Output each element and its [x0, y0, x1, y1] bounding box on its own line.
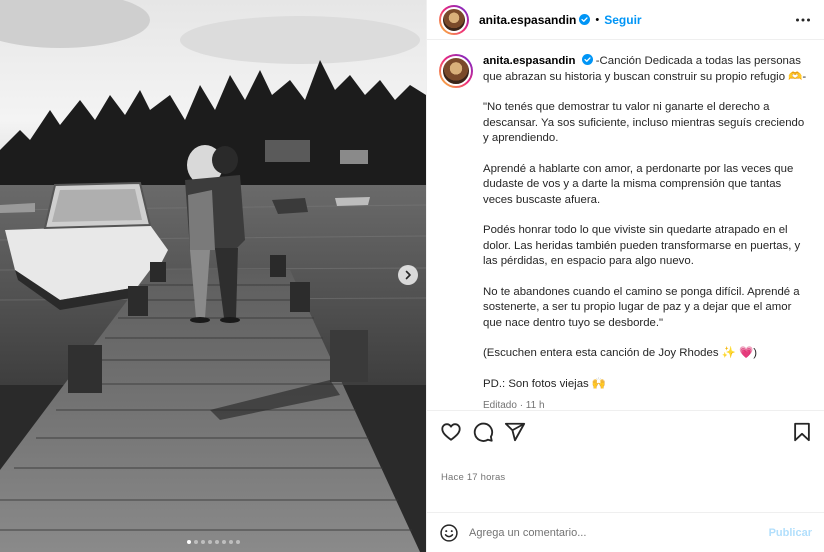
carousel-dot — [221, 540, 226, 544]
publish-button[interactable]: Publicar — [769, 527, 812, 539]
share-button[interactable] — [503, 420, 527, 444]
carousel-dot — [228, 540, 233, 544]
comment-button[interactable] — [471, 420, 495, 444]
more-options-button[interactable] — [794, 11, 812, 29]
chevron-right-icon — [405, 270, 411, 280]
comment-bar: Publicar — [427, 512, 824, 552]
caption-avatar[interactable] — [439, 54, 473, 88]
like-button[interactable] — [439, 420, 463, 444]
separator-dot: • — [595, 13, 600, 26]
post-timestamp[interactable]: Hace 17 horas — [441, 472, 810, 483]
caption-paragraph: PD.: Son fotos viejas 🙌 — [483, 377, 607, 390]
carousel-dot — [193, 540, 198, 544]
caption-section: anita.espasandin -Canción Dedicada a tod… — [427, 40, 824, 410]
bookmark-icon — [794, 422, 810, 441]
post-photo[interactable] — [0, 0, 426, 552]
avatar[interactable] — [439, 4, 469, 35]
carousel-dot — [235, 540, 240, 544]
carousel-dot — [200, 540, 205, 544]
caption-paragraph: Aprendé a hablarte con amor, a perdonart… — [483, 162, 794, 206]
caption-paragraph: No te abandones cuando el camino se pong… — [483, 285, 800, 329]
caption-paragraph: (Escuchen entera esta canción de Joy Rho… — [483, 347, 758, 359]
verified-badge-icon — [579, 14, 591, 25]
photo-scene — [0, 0, 426, 552]
caption-username[interactable]: anita.espasandin — [483, 55, 575, 67]
action-bar — [427, 410, 824, 452]
follow-button[interactable]: Seguir — [604, 13, 641, 27]
send-icon — [504, 422, 526, 441]
comment-input[interactable] — [469, 526, 769, 539]
post-dialog: anita.espasandin • Seguir anita.espasand… — [0, 0, 824, 552]
carousel-dot — [207, 540, 212, 544]
caption-paragraph: Podés honrar todo lo que viviste sin que… — [483, 224, 801, 267]
comment-icon — [473, 422, 494, 442]
save-button[interactable] — [790, 420, 814, 444]
carousel-indicator — [0, 540, 426, 544]
emoji-icon — [440, 523, 458, 542]
caption-meta: Editado · 11 h — [483, 400, 545, 410]
caption-paragraph: "No tenés que demostrar tu valor ni gana… — [483, 101, 805, 144]
heart-icon — [441, 422, 461, 441]
more-horizontal-icon — [796, 18, 810, 21]
post-side-panel: anita.espasandin • Seguir anita.espasand… — [426, 0, 824, 552]
post-header: anita.espasandin • Seguir — [427, 0, 824, 40]
carousel-dot — [186, 540, 191, 544]
emoji-button[interactable] — [439, 523, 459, 543]
carousel-next-button[interactable] — [398, 265, 418, 285]
carousel-dot — [214, 540, 219, 544]
verified-badge-icon — [581, 54, 593, 65]
header-username[interactable]: anita.espasandin — [479, 13, 576, 27]
caption-text: anita.espasandin -Canción Dedicada a tod… — [483, 54, 811, 410]
post-stats: Hace 17 horas — [427, 452, 824, 512]
